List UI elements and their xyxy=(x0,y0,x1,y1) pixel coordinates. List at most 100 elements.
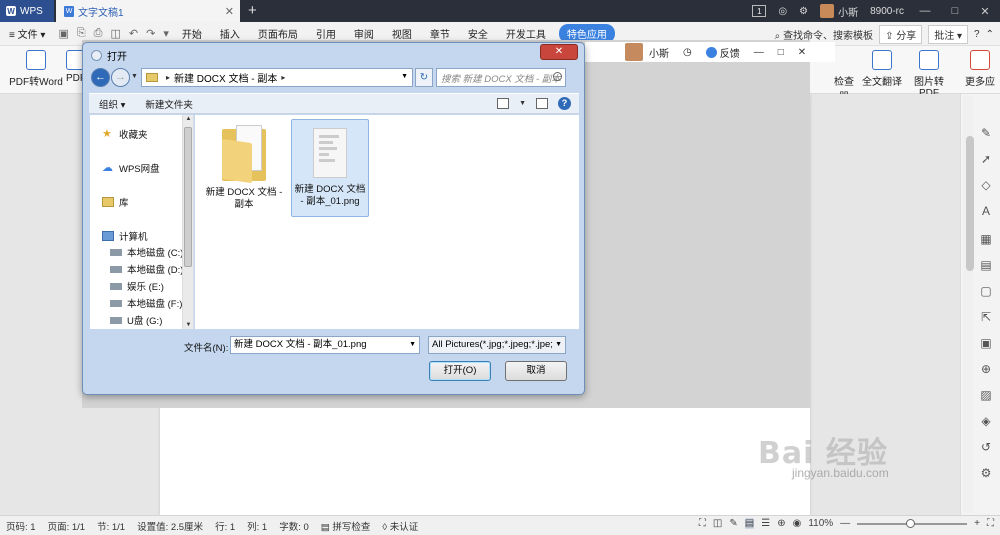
close-window-button[interactable]: ✕ xyxy=(970,5,1000,18)
filename-input[interactable]: 新建 DOCX 文档 - 副本_01.png ▼ xyxy=(230,336,420,354)
export-icon[interactable]: ⎘ xyxy=(77,27,86,40)
menu-layout[interactable]: 页面布局 xyxy=(249,26,307,41)
feedback-link[interactable]: 反馈 xyxy=(720,45,740,60)
pdf-to-word-button[interactable]: PDF转Word xyxy=(8,50,64,88)
back-arrow-icon[interactable]: ← xyxy=(91,68,110,87)
nav-scrollbar-thumb[interactable] xyxy=(184,127,192,267)
scrollbar-thumb[interactable] xyxy=(966,136,974,271)
shapes-icon[interactable]: ◇ xyxy=(979,178,993,192)
edit-mode-icon[interactable]: ✎ xyxy=(729,518,737,529)
scroll-down-icon[interactable]: ▼ xyxy=(184,322,193,328)
spell-check[interactable]: ▤ 拼写检查 xyxy=(315,519,377,533)
preview-icon[interactable]: ◫ xyxy=(110,27,120,40)
comment-button[interactable]: 批注 ▾ xyxy=(928,25,969,44)
view-mode-icon[interactable] xyxy=(497,98,510,109)
status-words[interactable]: 字数: 0 xyxy=(273,519,315,533)
outline-view-icon[interactable]: ☰ xyxy=(761,518,770,529)
nav-wps-cloud[interactable]: ☁ WPS网盘 xyxy=(102,161,160,176)
zoom-side-icon[interactable]: ⊕ xyxy=(979,362,993,376)
share-side-icon[interactable]: ⇱ xyxy=(979,310,993,324)
zoom-slider[interactable] xyxy=(857,518,968,528)
menu-review[interactable]: 审阅 xyxy=(345,26,383,41)
new-tab-button[interactable]: + xyxy=(248,2,257,19)
file-type-select[interactable]: All Pictures(*.jpg;*.jpeg;*.jpe; ▼ xyxy=(428,336,566,354)
print-icon[interactable]: ⎙ xyxy=(94,27,103,40)
window-count-badge[interactable]: 1 xyxy=(752,5,767,17)
undo-icon[interactable]: ↶ xyxy=(129,27,138,40)
menu-chapter[interactable]: 章节 xyxy=(421,26,459,41)
help-button[interactable]: ? xyxy=(974,29,980,40)
breadcrumb-folder[interactable]: 新建 DOCX 文档 - 副本 xyxy=(174,70,277,85)
scroll-up-icon[interactable]: ▲ xyxy=(184,116,193,122)
bookmark-icon[interactable]: ▤ xyxy=(979,258,993,272)
history-icon[interactable]: ↺ xyxy=(979,440,993,454)
forward-arrow-icon[interactable]: → xyxy=(111,68,130,87)
refresh-button[interactable]: ↻ xyxy=(415,68,433,87)
menu-security[interactable]: 安全 xyxy=(459,26,497,41)
redo-icon[interactable]: ↷ xyxy=(146,27,155,40)
nav-drive-c[interactable]: 本地磁盘 (C:) xyxy=(110,245,183,259)
pen-icon[interactable]: ✎ xyxy=(979,126,993,140)
nav-drive-d[interactable]: 本地磁盘 (D:) xyxy=(110,262,183,276)
select-icon[interactable]: ➚ xyxy=(979,152,993,166)
table-icon[interactable]: ▦ xyxy=(979,232,993,246)
translate-button[interactable]: 全文翻译 xyxy=(860,50,904,88)
menu-developer[interactable]: 开发工具 xyxy=(497,26,555,41)
backup-icon[interactable]: ▣ xyxy=(979,336,993,350)
close-tab-icon[interactable]: ✕ xyxy=(225,5,234,18)
settings-side-icon[interactable]: ⚙ xyxy=(979,466,993,480)
file-item-png[interactable]: 新建 DOCX 文档 - 副本_01.png xyxy=(291,119,369,217)
nav-drive-f[interactable]: 本地磁盘 (F:) xyxy=(110,296,182,310)
menu-insert[interactable]: 插入 xyxy=(211,26,249,41)
maximize-button[interactable]: □ xyxy=(940,5,970,17)
zoom-in-button[interactable]: + xyxy=(974,518,980,529)
dialog-close-button[interactable]: ✕ xyxy=(540,44,578,60)
eye-protect-icon[interactable]: ◉ xyxy=(793,518,802,529)
host-minimize-icon[interactable]: — xyxy=(754,47,764,58)
vertical-scrollbar[interactable] xyxy=(963,96,974,513)
chevron-down-icon[interactable]: ▼ xyxy=(409,337,416,353)
image-icon[interactable]: ▨ xyxy=(979,388,993,402)
chevron-right-icon[interactable]: ▸ xyxy=(281,73,285,82)
protect-icon[interactable]: ◈ xyxy=(979,414,993,428)
file-menu[interactable]: ≡ 文件 ▾ xyxy=(0,26,54,41)
address-bar[interactable]: ▸ 新建 DOCX 文档 - 副本 ▸ ▼ xyxy=(141,68,413,87)
search-input[interactable]: 搜索 新建 DOCX 文档 - 副本 xyxy=(436,68,566,87)
view-dropdown-icon[interactable]: ▼ xyxy=(519,100,526,107)
skin-icon[interactable]: ◎ xyxy=(778,6,787,17)
chevron-down-icon[interactable]: ▼ xyxy=(401,73,408,80)
nav-favorites[interactable]: ★ 收藏夹 xyxy=(102,127,148,142)
host-close-icon[interactable]: ✕ xyxy=(798,47,806,58)
certification[interactable]: ◊ 未认证 xyxy=(376,519,424,533)
menu-references[interactable]: 引用 xyxy=(307,26,345,41)
minimize-button[interactable]: — xyxy=(910,5,940,17)
doc-icon[interactable]: ▢ xyxy=(979,284,993,298)
nav-scrollbar[interactable]: ▲ ▼ xyxy=(182,115,193,329)
menu-view[interactable]: 视图 xyxy=(383,26,421,41)
chevron-right-icon[interactable]: ▸ xyxy=(166,73,170,82)
cancel-button[interactable]: 取消 xyxy=(505,361,567,381)
nav-drive-g[interactable]: U盘 (G:) xyxy=(110,313,162,327)
open-button[interactable]: 打开(O) xyxy=(429,361,491,381)
save-icon[interactable]: ▣ xyxy=(58,27,68,40)
nav-library[interactable]: 库 xyxy=(102,195,129,209)
wps-home-tab[interactable]: W WPS xyxy=(0,0,54,22)
file-item-folder[interactable]: 新建 DOCX 文档 - 副本 xyxy=(205,119,283,211)
nav-computer[interactable]: 计算机 xyxy=(102,229,148,243)
image-to-pdf-button[interactable]: 图片转PDF xyxy=(906,50,952,99)
web-view-icon[interactable]: ⊕ xyxy=(777,518,785,529)
preview-pane-icon[interactable] xyxy=(536,98,548,109)
fullscreen-icon[interactable]: ⛶ xyxy=(699,518,706,529)
user-account[interactable]: 小斯 xyxy=(820,4,858,19)
chevron-down-icon[interactable]: ▼ xyxy=(553,337,562,353)
page-view-icon[interactable]: ▤ xyxy=(744,518,755,529)
zoom-level[interactable]: 110% xyxy=(808,518,833,529)
read-mode-icon[interactable]: ◫ xyxy=(713,518,722,529)
more-icon[interactable]: ▾ xyxy=(163,27,169,40)
history-dropdown-icon[interactable]: ▼ xyxy=(131,73,138,80)
zoom-out-button[interactable]: — xyxy=(840,518,850,529)
settings-icon[interactable]: ⚙ xyxy=(799,6,808,17)
nav-drive-e[interactable]: 娱乐 (E:) xyxy=(110,279,164,293)
collapse-ribbon-icon[interactable]: ⌃ xyxy=(986,29,994,40)
zoom-slider-thumb[interactable] xyxy=(905,518,915,528)
